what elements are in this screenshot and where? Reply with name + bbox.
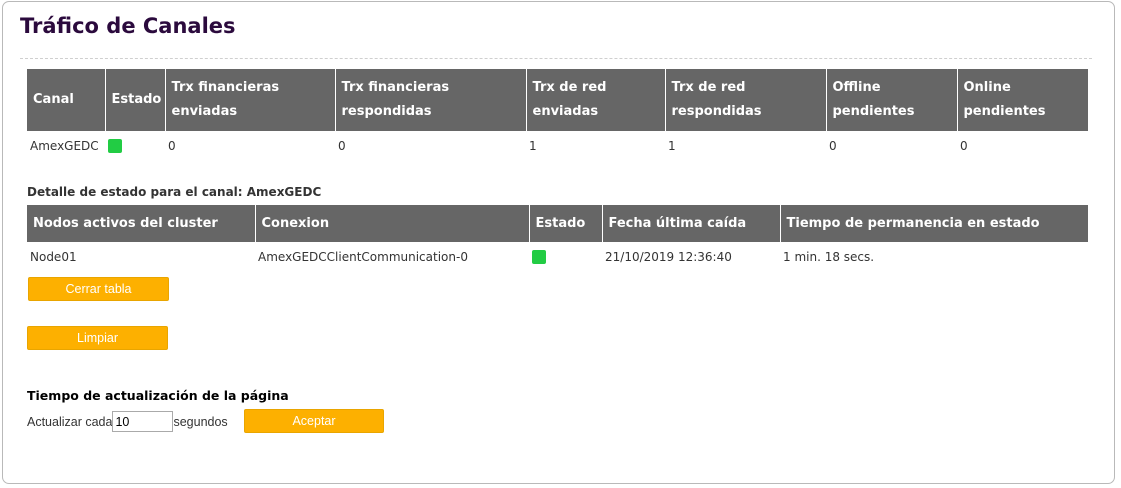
header-trx-red-enviadas-line2: enviadas — [532, 104, 599, 119]
refresh-row: Actualizar cada segundos — [27, 411, 228, 432]
cell-fecha: 21/10/2019 12:36:40 — [605, 250, 732, 264]
title-divider — [20, 58, 1092, 59]
cell-detail-estado — [529, 242, 602, 272]
header-conexion: Conexion — [254, 205, 529, 242]
refresh-section-heading: Tiempo de actualización de la página — [27, 388, 289, 403]
clear-button[interactable]: Limpiar — [27, 326, 168, 350]
header-trx-fin-enviadas-line2: enviadas — [171, 104, 238, 119]
refresh-prefix-label: Actualizar cada — [27, 414, 113, 429]
refresh-suffix-label: segundos — [173, 414, 228, 429]
close-table-button[interactable]: Cerrar tabla — [28, 277, 169, 301]
cell-canal: AmexGEDC — [30, 139, 99, 153]
header-trx-fin-respondidas-line1: Trx financieras — [341, 80, 450, 95]
table-row: AmexGEDC 0 0 1 1 0 0 — [27, 131, 1088, 161]
header-trx-fin-enviadas: Trx financieras enviadas — [164, 69, 335, 131]
cell-trx-red-enviadas: 1 — [529, 139, 537, 153]
cell-offline-pendientes: 0 — [829, 139, 837, 153]
cell-online-pendientes: 0 — [960, 139, 968, 153]
channels-table: Canal Estado Trx financieras enviadas Trx… — [27, 69, 1088, 161]
detail-section-label: Detalle de estado para el canal: AmexGED… — [27, 185, 322, 199]
header-online-pendientes: Online pendientes — [956, 69, 1088, 131]
detail-table: Nodos activos del cluster Conexion Estad… — [27, 205, 1088, 272]
header-nodos: Nodos activos del cluster — [27, 205, 255, 242]
header-tiempo: Tiempo de permanencia en estado — [779, 205, 1088, 242]
header-estado-label: Estado — [111, 92, 162, 107]
header-trx-red-respondidas-line1: Trx de red — [671, 80, 746, 95]
header-online-line1: Online — [963, 80, 1011, 95]
header-offline-pendientes: Offline pendientes — [825, 69, 957, 131]
status-indicator-icon — [532, 250, 546, 265]
header-trx-red-enviadas-line1: Trx de red — [532, 80, 607, 95]
header-offline-line1: Offline — [832, 80, 881, 95]
header-fecha: Fecha última caída — [601, 205, 780, 242]
refresh-interval-input[interactable] — [112, 411, 174, 432]
channels-header-row: Canal Estado Trx financieras enviadas Trx… — [27, 69, 1088, 131]
header-trx-fin-enviadas-line1: Trx financieras — [171, 80, 280, 95]
cell-trx-fin-respondidas: 0 — [338, 139, 346, 153]
header-estado: Estado — [104, 69, 165, 131]
header-offline-line2: pendientes — [832, 104, 915, 119]
cell-conexion: AmexGEDCClientCommunication-0 — [258, 250, 468, 264]
cell-estado — [105, 131, 165, 161]
table-row: Node01 AmexGEDCClientCommunication-0 21/… — [27, 242, 1088, 272]
cell-trx-fin-enviadas: 0 — [168, 139, 176, 153]
cell-nodo: Node01 — [30, 250, 77, 264]
header-trx-red-respondidas: Trx de red respondidas — [664, 69, 826, 131]
header-trx-red-enviadas: Trx de red enviadas — [525, 69, 665, 131]
status-indicator-icon — [108, 139, 122, 154]
header-trx-red-respondidas-line2: respondidas — [671, 104, 762, 119]
header-detail-estado: Estado — [528, 205, 602, 242]
header-trx-fin-respondidas-line2: respondidas — [341, 104, 432, 119]
header-trx-fin-respondidas: Trx financieras respondidas — [334, 69, 526, 131]
header-online-line2: pendientes — [963, 104, 1046, 119]
page-title: Tráfico de Canales — [20, 14, 236, 38]
accept-button[interactable]: Aceptar — [244, 409, 384, 433]
cell-tiempo: 1 min. 18 secs. — [783, 250, 875, 264]
cell-trx-red-respondidas: 1 — [668, 139, 676, 153]
header-canal-label: Canal — [33, 92, 74, 107]
header-canal: Canal — [27, 69, 105, 131]
detail-header-row: Nodos activos del cluster Conexion Estad… — [27, 205, 1088, 242]
